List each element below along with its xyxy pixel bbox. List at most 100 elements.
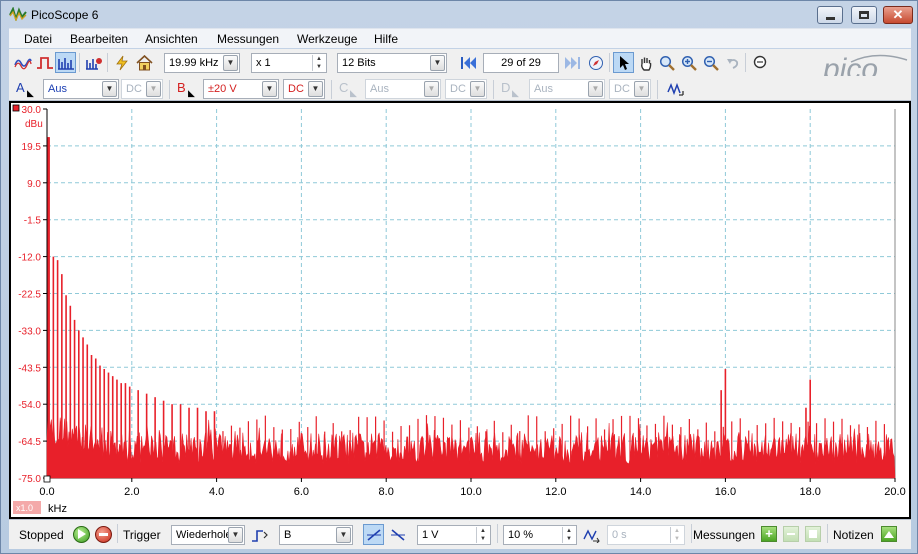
spectrum-view[interactable]: 30.0 19.5 9.0 -1.5 -12.0 -22.5 -33.0 -43.5 -54.0…	[9, 101, 911, 519]
spinner-arrows-icon[interactable]: ▲ ▼	[670, 527, 683, 543]
x-tick-label: 0.0	[39, 486, 54, 498]
zoom-in-icon	[681, 55, 697, 71]
channel-b-options-icon[interactable]: ◣	[188, 88, 195, 99]
notes-toggle-button[interactable]	[881, 526, 897, 542]
spinner-arrows-icon[interactable]: ▲ ▼	[312, 55, 325, 71]
status-separator	[827, 524, 828, 543]
channel-b-coupling-select[interactable]: DC ▼	[283, 79, 325, 99]
select-tool-button[interactable]	[613, 52, 634, 73]
menu-messungen[interactable]: Messungen	[217, 32, 279, 46]
chevron-down-icon[interactable]: ▼	[146, 81, 161, 97]
zoom-factor-stepper[interactable]: x 1 ▲ ▼	[251, 53, 327, 73]
buffer-position-field[interactable]: 29 of 29	[483, 53, 559, 73]
channel-a-coupling-select[interactable]: DC ▼	[121, 79, 163, 99]
undo-icon	[726, 58, 738, 69]
channel-d-button[interactable]: D	[501, 80, 510, 95]
chevron-down-icon[interactable]: ▼	[470, 81, 485, 97]
channel-a-options-icon[interactable]: ◣	[27, 88, 34, 99]
channel-b-range-select[interactable]: ±20 V ▼	[203, 79, 279, 99]
channel-c-button[interactable]: C	[339, 80, 348, 95]
resolution-select[interactable]: 12 Bits ▼	[337, 53, 447, 73]
probe-button[interactable]	[111, 52, 132, 73]
x-axis-origin-marker	[43, 475, 51, 483]
pan-tool-button[interactable]	[635, 52, 656, 73]
undo-zoom-button[interactable]	[722, 52, 743, 73]
navigator-button[interactable]	[585, 52, 606, 73]
menu-hilfe[interactable]: Hilfe	[374, 32, 398, 46]
chevron-down-icon[interactable]: ▼	[308, 81, 323, 97]
persistence-mode-button[interactable]	[34, 52, 55, 73]
menu-datei[interactable]: Datei	[24, 32, 52, 46]
status-bar: Stopped Trigger Wiederholen ▼ B ▼ 1 V ▲ ▼	[9, 519, 911, 549]
capture-toolbar: 19.99 kHz ▼ x 1 ▲ ▼ 12 Bits ▼ 29 of 29	[9, 49, 911, 76]
x-tick-label: 10.0	[460, 486, 481, 498]
x-axis-unit: kHz	[48, 503, 67, 515]
menu-werkzeuge[interactable]: Werkzeuge	[297, 32, 357, 46]
y-axis-unit: dBu	[25, 119, 43, 130]
channel-d-options-icon[interactable]: ◣	[512, 88, 519, 99]
trigger-level-value: 1 V	[422, 529, 439, 541]
zoom-out-button[interactable]	[700, 52, 721, 73]
y-axis-ticks: 30.0 19.5 9.0 -1.5 -12.0 -22.5 -33.0 -43.5 -54.0…	[18, 105, 47, 485]
trigger-mode-select[interactable]: Wiederholen ▼	[171, 525, 245, 545]
zoom-in-button[interactable]	[678, 52, 699, 73]
channel-a-range-select[interactable]: Aus ▼	[43, 79, 119, 99]
channel-d-coupling-select[interactable]: DC ▼	[609, 79, 651, 99]
chevron-down-icon[interactable]: ▼	[336, 527, 351, 543]
chevron-down-icon[interactable]: ▼	[588, 81, 603, 97]
spinner-arrows-icon[interactable]: ▲ ▼	[562, 527, 575, 543]
maximize-button[interactable]	[851, 6, 877, 24]
spectrum-mode-button[interactable]	[55, 52, 76, 73]
spectrum-plot[interactable]: 30.0 19.5 9.0 -1.5 -12.0 -22.5 -33.0 -43.5 -54.0…	[11, 103, 909, 517]
advanced-trigger-button[interactable]	[249, 525, 270, 546]
edit-icon	[809, 530, 817, 538]
chevron-down-icon[interactable]: ▼	[102, 81, 117, 97]
chevron-down-icon[interactable]: ▼	[424, 81, 439, 97]
toolbar-separator	[331, 80, 332, 99]
chevron-down-icon[interactable]: ▼	[262, 81, 277, 97]
spectrum-options-button[interactable]	[83, 52, 104, 73]
zoom-tool-button[interactable]	[656, 52, 677, 73]
channel-c-coupling-select[interactable]: DC ▼	[445, 79, 487, 99]
channel-c-range-select[interactable]: Aus ▼	[365, 79, 441, 99]
scope-mode-button[interactable]	[12, 52, 33, 73]
buffer-last-button[interactable]	[562, 52, 583, 73]
chevron-down-icon[interactable]: ▼	[228, 527, 243, 543]
channel-b-button[interactable]: B	[177, 80, 186, 95]
spectrum-range-select[interactable]: 19.99 kHz ▼	[164, 53, 240, 73]
trigger-source-select[interactable]: B ▼	[279, 525, 353, 545]
delay-stepper[interactable]: 0 s ▲ ▼	[607, 525, 685, 545]
close-button[interactable]: ✕	[883, 6, 913, 24]
chevron-down-icon[interactable]: ▼	[634, 81, 649, 97]
signal-generator-button[interactable]	[665, 78, 686, 99]
menu-ansichten[interactable]: Ansichten	[145, 32, 198, 46]
channel-c-options-icon[interactable]: ◣	[350, 88, 357, 99]
menu-bearbeiten[interactable]: Bearbeiten	[70, 32, 128, 46]
trigger-level-stepper[interactable]: 1 V ▲ ▼	[417, 525, 491, 545]
delete-measurement-button[interactable]	[805, 526, 821, 542]
home-button[interactable]	[134, 52, 155, 73]
channel-d-range-value: Aus	[534, 83, 553, 95]
buffer-first-button[interactable]	[457, 52, 478, 73]
add-measurement-button[interactable]: +	[761, 526, 777, 542]
channel-a-button[interactable]: A	[16, 80, 25, 95]
pre-trigger-stepper[interactable]: 10 % ▲ ▼	[503, 525, 577, 545]
rising-edge-button[interactable]	[363, 524, 384, 545]
channel-d-range-select[interactable]: Aus ▼	[529, 79, 605, 99]
zoom-badge: x1.0	[16, 503, 33, 513]
window-title: PicoScope 6	[31, 8, 99, 22]
chevron-down-icon[interactable]: ▼	[430, 55, 445, 71]
toolbar-separator	[107, 53, 108, 72]
post-trigger-delay-button[interactable]	[581, 524, 602, 545]
chevron-down-icon[interactable]: ▼	[223, 55, 238, 71]
y-tick-label: 9.0	[27, 179, 41, 190]
zoom-overview-button[interactable]	[749, 52, 770, 73]
y-tick-label: -75.0	[18, 474, 41, 485]
stop-button[interactable]	[95, 526, 112, 543]
edit-measurement-button[interactable]	[783, 526, 799, 542]
spinner-arrows-icon[interactable]: ▲ ▼	[476, 527, 489, 543]
start-button[interactable]	[73, 526, 90, 543]
minimize-button[interactable]	[817, 6, 843, 24]
trigger-label: Trigger	[123, 528, 161, 542]
falling-edge-button[interactable]	[387, 524, 408, 545]
